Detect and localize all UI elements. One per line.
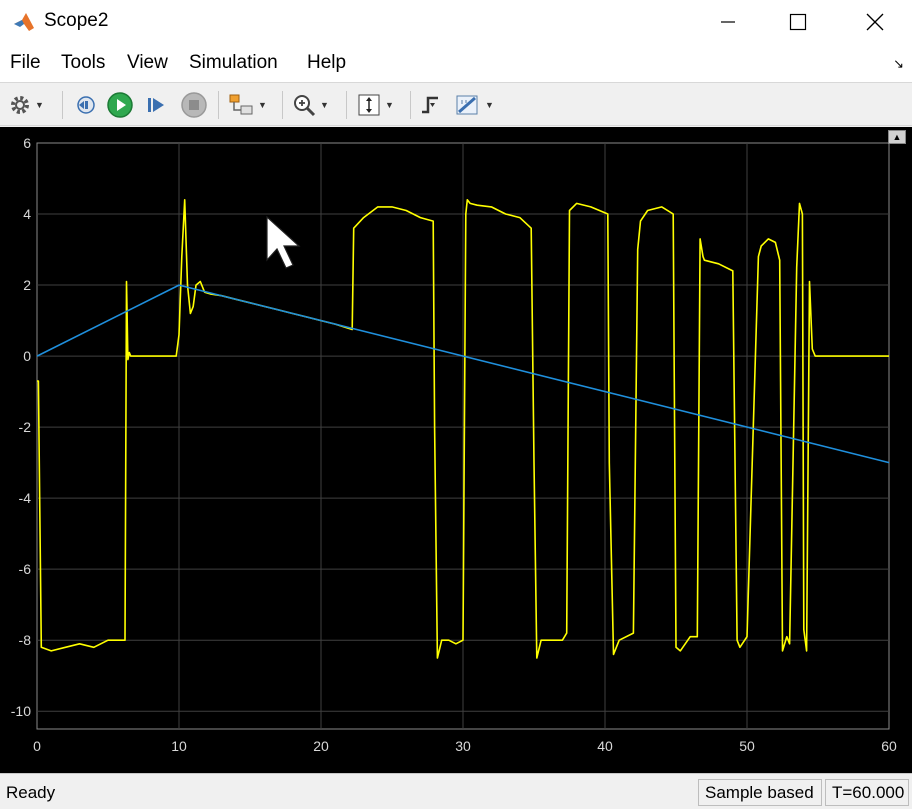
expand-icon: ▲ — [892, 132, 902, 142]
matlab-logo-icon — [14, 13, 34, 31]
status-text: Ready — [6, 783, 56, 802]
chevron-down-icon: ▼ — [35, 100, 44, 110]
menu-bar: File Tools View Simulation Help ↘ — [0, 44, 912, 82]
x-tick-label: 0 — [33, 738, 41, 754]
step-back-button[interactable] — [72, 89, 98, 121]
x-tick-label: 10 — [171, 738, 187, 754]
window-title: Scope2 — [44, 10, 109, 31]
y-tick-label: -10 — [11, 703, 31, 719]
minimize-button[interactable] — [705, 0, 751, 44]
expand-toolstrip-button[interactable]: ▲ — [888, 130, 906, 144]
maximize-icon — [789, 13, 807, 31]
step-forward-icon — [148, 98, 164, 112]
chevron-down-icon: ▼ — [385, 100, 394, 110]
settings-button[interactable]: ▼ — [8, 89, 44, 121]
step-back-icon — [77, 96, 95, 114]
y-tick-label: -2 — [19, 419, 32, 435]
menu-view[interactable]: View — [127, 52, 168, 74]
scope-display[interactable]: 0 10 20 30 40 50 60 6 4 2 0 -2 -4 -6 -8 -10 ▲ — [0, 127, 912, 773]
minimize-icon — [721, 21, 735, 23]
y-tick-label: 6 — [23, 135, 31, 151]
toolbar: ▼ ▼ ▼ ▼ ▼ — [0, 82, 912, 126]
menu-help[interactable]: Help — [307, 52, 346, 74]
toolbar-divider — [346, 91, 347, 119]
chevron-down-icon: ▼ — [485, 100, 494, 110]
triggers-button[interactable] — [418, 89, 444, 121]
y-tick-label: 0 — [23, 348, 31, 364]
measurements-icon — [456, 95, 478, 115]
scale-axes-button[interactable]: ▼ — [356, 89, 394, 121]
stop-icon — [181, 92, 207, 118]
run-button[interactable] — [106, 89, 134, 121]
menu-tools[interactable]: Tools — [61, 52, 105, 74]
status-bar: Ready Sample based T=60.000 — [0, 773, 912, 809]
scope-plot: 0 10 20 30 40 50 606420-2-4-6-8-10 — [11, 135, 897, 754]
y-tick-label: 4 — [23, 206, 31, 222]
toolbar-divider — [62, 91, 63, 119]
simulation-time-indicator: T=60.000 — [825, 779, 909, 806]
toolbar-divider — [410, 91, 411, 119]
maximize-button[interactable] — [775, 0, 821, 44]
title-bar: Scope2 — [0, 0, 912, 44]
measurements-button[interactable]: ▼ — [454, 89, 494, 121]
close-icon — [866, 13, 884, 31]
toolbar-divider — [218, 91, 219, 119]
menu-file[interactable]: File — [10, 52, 41, 74]
y-tick-label: -6 — [19, 561, 32, 577]
menu-simulation[interactable]: Simulation — [189, 52, 278, 74]
run-icon — [107, 92, 133, 118]
zoom-icon — [294, 95, 316, 117]
chevron-down-icon: ▼ — [320, 100, 329, 110]
y-tick-label: -8 — [19, 632, 32, 648]
zoom-button[interactable]: ▼ — [291, 89, 329, 121]
y-tick-label: -4 — [19, 490, 32, 506]
highlight-block-icon — [229, 94, 253, 115]
x-tick-label: 40 — [597, 738, 613, 754]
scale-axes-icon — [358, 94, 380, 116]
close-button[interactable] — [852, 0, 898, 44]
triggers-icon — [422, 96, 438, 114]
highlight-block-button[interactable]: ▼ — [227, 89, 267, 121]
x-tick-label: 50 — [739, 738, 755, 754]
stop-button[interactable] — [180, 89, 208, 121]
mouse-cursor-icon — [266, 215, 301, 269]
x-tick-label: 20 — [313, 738, 329, 754]
dock-arrow-icon[interactable]: ↘ — [893, 56, 904, 72]
x-tick-label: 30 — [455, 738, 471, 754]
settings-icon — [11, 96, 29, 114]
sample-mode-indicator: Sample based — [698, 779, 822, 806]
chevron-down-icon: ▼ — [258, 100, 267, 110]
y-tick-label: 2 — [23, 277, 31, 293]
step-forward-button[interactable] — [143, 89, 169, 121]
x-tick-label: 60 — [881, 738, 897, 754]
toolbar-divider — [282, 91, 283, 119]
